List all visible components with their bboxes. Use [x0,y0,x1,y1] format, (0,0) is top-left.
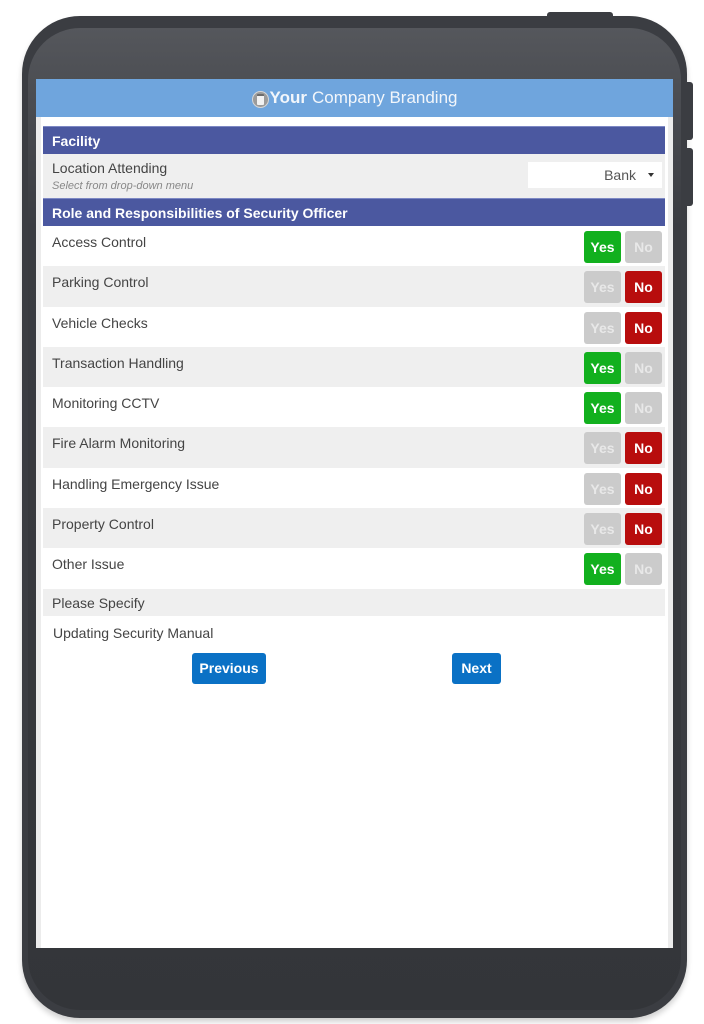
caret-down-icon [648,173,654,177]
please-specify-label: Please Specify [52,594,145,611]
security-form: Facility Location Attending Select from … [43,126,665,690]
role-row: Fire Alarm Monitoring Yes No [43,427,665,468]
please-specify-input[interactable]: Updating Security Manual [43,615,665,650]
next-button[interactable]: Next [452,652,501,684]
role-label: Transaction Handling [52,354,184,371]
role-row: Transaction Handling Yes No [43,346,665,388]
role-label: Fire Alarm Monitoring [52,435,186,452]
volume-down-button [687,148,693,206]
role-row: Other Issue Yes No [43,548,665,589]
role-label: Property Control [52,516,154,533]
branding-bar: Your Company Branding [36,79,673,117]
role-row: Parking Control Yes No [43,266,665,307]
yes-button[interactable]: Yes [584,311,621,344]
role-row: Access Control Yes No [43,226,665,267]
branding-logo-icon [251,90,269,108]
yes-button[interactable]: Yes [584,513,621,546]
branding-text: Company Branding [311,88,458,107]
yes-no-toggle: Yes No [584,472,662,505]
yes-no-toggle: Yes No [584,432,662,465]
location-attending-row: Location Attending Select from drop-down… [43,154,665,198]
form-page: Facility Location Attending Select from … [41,117,668,948]
role-label: Other Issue [52,556,125,573]
roles-list: Access Control Yes No Parking Control Yes No V… [43,226,665,589]
role-label: Vehicle Checks [52,314,148,331]
navigation-row: Previous Next [43,650,665,690]
no-button[interactable]: No [625,271,662,304]
yes-no-toggle: Yes No [584,553,662,586]
no-button[interactable]: No [625,432,662,465]
tablet-screen: Your Company Branding Facility Location … [36,79,673,948]
yes-button[interactable]: Yes [584,472,621,505]
no-button[interactable]: No [625,513,662,546]
yes-no-toggle: Yes No [584,271,662,304]
role-label: Parking Control [52,274,149,291]
role-label: Access Control [52,234,147,250]
yes-no-toggle: Yes No [584,351,662,384]
location-attending-hint: Select from drop-down menu [52,180,194,192]
please-specify-row: Please Specify [43,588,665,616]
no-button[interactable]: No [625,472,662,505]
yes-no-toggle: Yes No [584,392,662,425]
yes-button[interactable]: Yes [584,351,621,384]
roles-section-header: Role and Responsibilities of Security Of… [43,198,665,226]
yes-button[interactable]: Yes [584,392,621,425]
yes-no-toggle: Yes No [584,231,662,263]
yes-button[interactable]: Yes [584,231,621,263]
branding-strong-text: Your [269,88,307,107]
role-label: Handling Emergency Issue [52,475,220,492]
yes-no-toggle: Yes No [584,311,662,344]
location-select-value: Bank [604,167,636,183]
role-label: Monitoring CCTV [52,395,160,412]
role-row: Handling Emergency Issue Yes No [43,467,665,509]
no-button[interactable]: No [625,231,662,263]
role-row: Vehicle Checks Yes No [43,306,665,347]
location-attending-label: Location Attending [52,160,168,176]
yes-button[interactable]: Yes [584,553,621,586]
volume-up-button [687,82,693,140]
no-button[interactable]: No [625,311,662,344]
role-row: Monitoring CCTV Yes No [43,387,665,428]
role-row: Property Control Yes No [43,508,665,549]
no-button[interactable]: No [625,392,662,425]
no-button[interactable]: No [625,351,662,384]
previous-button[interactable]: Previous [192,652,266,684]
yes-no-toggle: Yes No [584,513,662,546]
power-button [547,12,613,18]
location-select[interactable]: Bank [528,162,662,188]
yes-button[interactable]: Yes [584,271,621,304]
facility-section-header: Facility [43,126,665,154]
no-button[interactable]: No [625,553,662,586]
yes-button[interactable]: Yes [584,432,621,465]
